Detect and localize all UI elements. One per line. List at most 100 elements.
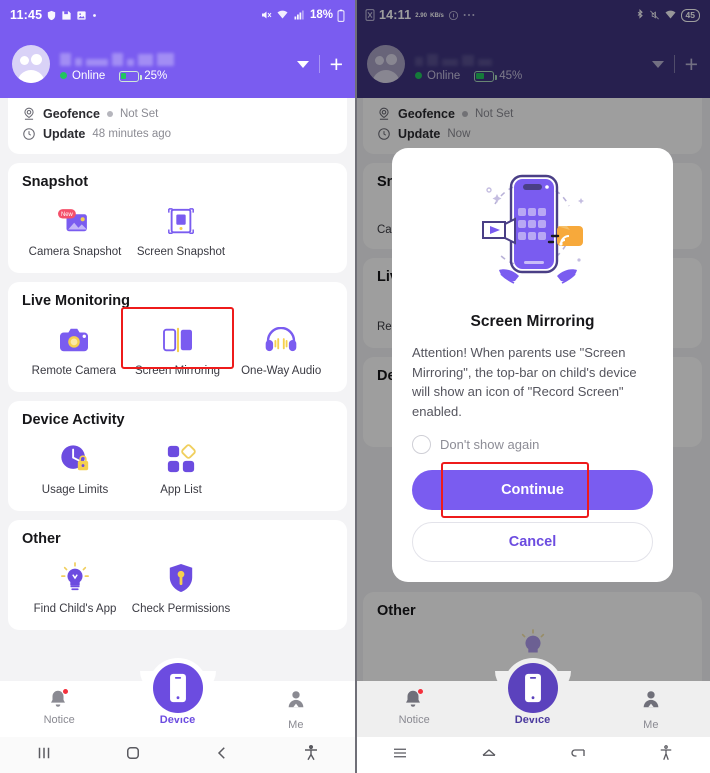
nav-item-device[interactable]: Device [118,663,236,726]
save-icon [61,10,72,21]
person-icon [640,688,662,715]
bell-icon [47,688,71,710]
section-title-other: Other [22,531,61,547]
tile-label: Camera Snapshot [28,246,122,258]
tile-one-way-audio[interactable]: One-Way Audio [229,319,333,378]
continue-button[interactable]: Continue [412,470,653,510]
back-icon[interactable] [568,744,588,767]
recents-icon[interactable] [35,744,53,767]
tile-check-permissions[interactable]: Check Permissions [128,557,234,616]
geofence-row[interactable]: Geofence Not Set [22,104,333,124]
tile-find-childs-app[interactable]: Find Child's App [22,557,128,616]
update-row[interactable]: Update 48 minutes ago [22,124,333,144]
tile-label: Screen Mirroring [135,365,220,377]
tile-label: Screen Snapshot [136,246,226,258]
nav-item-notice[interactable]: Notice [355,688,473,726]
accessibility-icon[interactable] [302,744,320,767]
bell-icon [402,688,426,710]
clock-icon [23,128,35,140]
radio-icon[interactable] [412,435,431,454]
add-device-button[interactable]: + [330,53,343,76]
dot-icon [91,12,98,19]
geofence-label: Geofence [43,107,100,121]
nav-item-notice[interactable]: Notice [0,688,118,726]
update-label: Update [43,127,86,141]
nav-item-device[interactable]: Device [473,663,591,726]
chevron-down-icon[interactable] [296,60,309,68]
tile-camera-snapshot[interactable]: New Camera Snapshot [22,200,128,259]
dont-show-again-checkbox[interactable]: Don't show again [412,435,539,454]
avatar[interactable] [12,45,50,83]
dialog-title: Screen Mirroring [470,313,595,330]
screen-snapshot-icon [166,204,196,238]
tile-usage-limits[interactable]: Usage Limits [22,438,128,497]
screen-mirroring-dialog: Screen Mirroring Attention! When parents… [392,148,673,582]
nav-item-me[interactable]: Me [237,688,355,731]
device-activity-card: Device Activity Usage Limits App List [8,401,347,511]
tile-label: Check Permissions [131,603,231,615]
nav-label: Device [514,714,551,726]
back-icon[interactable] [213,744,231,767]
phone-icon[interactable] [152,663,203,713]
tile-label: One-Way Audio [241,365,322,377]
left-phone-screen: 11:45 18% Online 25% + Geofence Not Set … [0,0,355,773]
right-system-nav [355,737,710,773]
snapshot-card: Snapshot New Camera Snapshot Screen Snap… [8,163,347,273]
tile-screen-mirroring[interactable]: Screen Mirroring [126,319,230,378]
headphones-icon [264,323,298,357]
nav-label: Notice [398,714,430,726]
checkbox-label: Don't show again [440,437,540,452]
tile-app-list[interactable]: App List [128,438,234,497]
tile-label: Usage Limits [41,484,109,496]
panel-divider [355,0,357,773]
camera-snapshot-icon: New [56,204,94,238]
lightbulb-icon [60,561,90,595]
other-card: Other Find Child's App Check Permissions [8,520,347,630]
accessibility-icon[interactable] [657,743,675,768]
nav-label: Device [159,714,196,726]
wifi-icon [276,9,289,21]
geofence-value: Not Set [119,108,159,120]
app-list-icon [166,442,196,476]
battery-icon [337,9,345,22]
status-dot [106,111,113,117]
divider [318,55,320,73]
right-phone-screen: 14:11 2.90 KB/s 45 Online 45% + Geofence… [355,0,710,773]
section-title-live-monitoring: Live Monitoring [22,293,130,309]
tile-label: Find Child's App [33,603,117,615]
left-system-nav [0,737,355,773]
image-icon [76,10,87,21]
dialog-body-text: Attention! When parents use "Screen Mirr… [412,345,637,419]
right-bottom-nav: Notice Device Me [355,663,710,737]
phone-icon[interactable] [507,663,558,713]
tile-screen-snapshot[interactable]: Screen Snapshot [128,200,234,259]
person-icon [285,688,307,715]
home-icon[interactable] [124,744,142,767]
shield-key-icon [167,561,195,595]
screen-mirroring-illustration [457,164,609,307]
shield-icon [46,10,57,21]
live-monitoring-card: Live Monitoring Remote Camera Screen Mir… [8,282,347,392]
screen-mirroring-icon [161,323,195,357]
signal-icon [293,9,306,21]
nav-label: Notice [43,714,75,726]
device-name-redacted [60,46,297,66]
left-device-header: Online 25% + [0,30,355,98]
tile-label: App List [160,484,202,496]
nav-label: Me [288,719,304,731]
online-status: Online [60,70,105,82]
nav-item-me[interactable]: Me [592,688,710,731]
update-value: 48 minutes ago [92,128,172,140]
status-time: 11:45 [10,8,43,22]
nav-label: Me [643,719,659,731]
cancel-button[interactable]: Cancel [412,522,653,562]
remote-camera-icon [58,323,90,357]
tile-label: Remote Camera [31,365,117,377]
home-icon[interactable] [479,744,499,767]
tile-remote-camera[interactable]: Remote Camera [22,319,126,378]
usage-limits-icon [59,442,91,476]
device-battery: 25% [119,70,167,82]
battery-percent-label: 18% [309,9,333,21]
menu-icon[interactable] [390,744,410,767]
dual-screenshot-stage: 11:45 18% Online 25% + Geofence Not Set … [0,0,710,773]
